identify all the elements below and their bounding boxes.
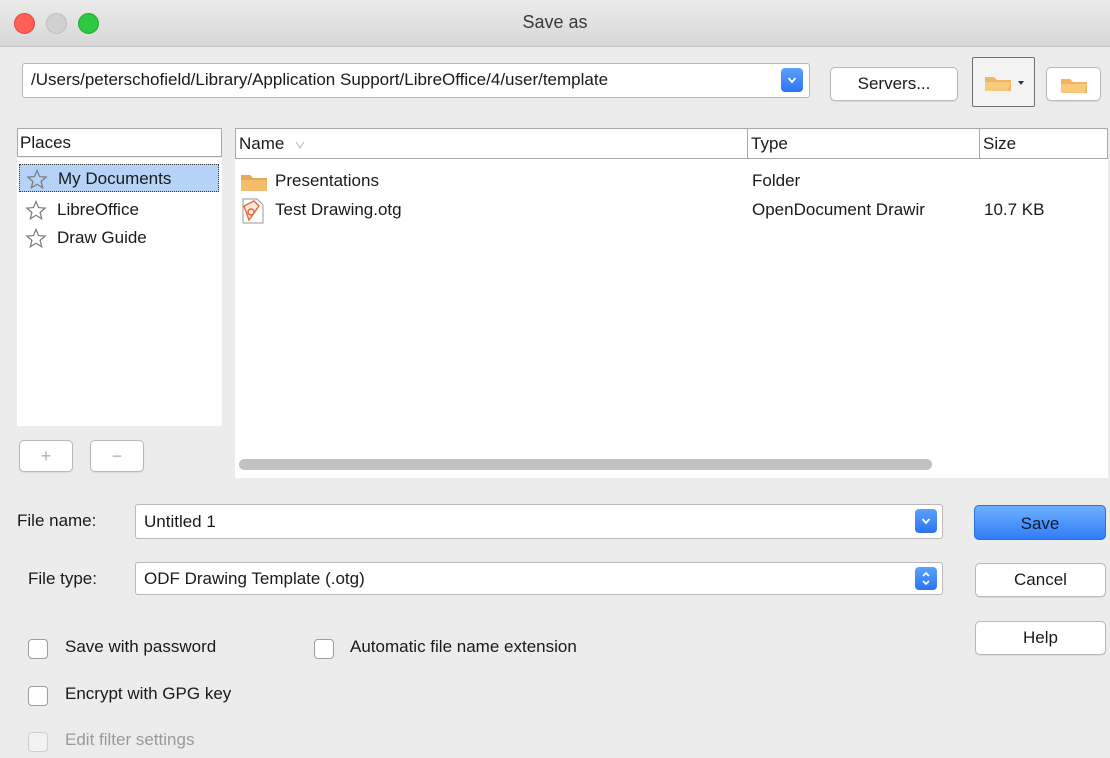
auto-extension-label: Automatic file name extension [350,637,577,656]
path-combo[interactable]: /Users/peterschofield/Library/Applicatio… [22,63,810,98]
remove-place-button[interactable]: − [90,440,144,472]
save-button[interactable]: Save [974,505,1106,540]
path-text: /Users/peterschofield/Library/Applicatio… [31,70,609,89]
place-item-my-documents[interactable]: My Documents [19,164,219,192]
column-header-size[interactable]: Size [979,128,1108,159]
scrollbar-thumb[interactable] [239,459,932,470]
add-place-button[interactable]: + [19,440,73,472]
column-header-type[interactable]: Type [747,128,980,159]
encrypt-gpg-label: Encrypt with GPG key [65,684,232,703]
place-item-draw-guide[interactable]: Draw Guide [19,224,219,252]
place-label: LibreOffice [57,200,139,219]
up-down-chevron-icon [922,571,930,586]
file-type-value: ODF Drawing Template (.otg) [144,569,365,588]
file-type: OpenDocument Drawir [752,200,925,219]
horizontal-scrollbar[interactable] [235,451,1108,478]
star-icon [26,169,48,189]
encrypt-gpg-checkbox[interactable] [28,686,48,706]
file-list: Presentations Folder Test Drawing.otg Op… [235,159,1108,451]
place-label: My Documents [58,169,172,188]
file-row[interactable]: Test Drawing.otg OpenDocument Drawir 10.… [235,196,1108,224]
draw-document-icon [242,198,264,224]
place-label: Draw Guide [57,228,147,247]
chevron-down-icon [921,518,931,525]
file-type: Folder [752,171,801,190]
servers-button[interactable]: Servers... [830,67,958,101]
folder-icon [241,175,267,191]
path-dropdown-button[interactable] [781,68,803,92]
folder-icon [985,77,1011,91]
file-name-value: Untitled 1 [144,512,216,531]
file-type-stepper-button[interactable] [915,567,937,590]
file-size: 10.7 KB [984,200,1045,219]
file-type-label: File type: [28,569,97,588]
save-with-password-checkbox[interactable] [28,639,48,659]
folder-menu-button[interactable] [972,57,1035,107]
column-header-name[interactable]: Name [235,128,748,159]
edit-filter-checkbox [28,732,48,752]
file-name: Presentations [275,171,379,190]
places-list: My Documents LibreOffice Draw Guide [17,158,222,426]
save-with-password-label: Save with password [65,637,217,656]
cancel-button[interactable]: Cancel [975,563,1106,597]
edit-filter-label: Edit filter settings [65,730,195,749]
new-folder-button[interactable] [1046,67,1101,101]
file-name-input[interactable]: Untitled 1 [135,504,943,539]
file-name: Test Drawing.otg [275,200,402,219]
file-name-label: File name: [17,511,97,530]
file-row[interactable]: Presentations Folder [235,167,1108,195]
places-header: Places [17,128,222,157]
auto-extension-checkbox[interactable] [314,639,334,659]
new-folder-icon [1061,79,1087,93]
file-type-select[interactable]: ODF Drawing Template (.otg) [135,562,943,595]
sort-arrow-icon [295,141,305,150]
window-title: Save as [522,12,588,32]
star-icon [25,228,47,248]
star-icon [25,200,47,220]
help-button[interactable]: Help [975,621,1106,655]
place-item-libreoffice[interactable]: LibreOffice [19,196,219,224]
dropdown-arrow-icon [1018,81,1024,85]
file-name-dropdown-button[interactable] [915,509,937,533]
column-label: Name [239,134,285,153]
chevron-down-icon [787,77,797,84]
